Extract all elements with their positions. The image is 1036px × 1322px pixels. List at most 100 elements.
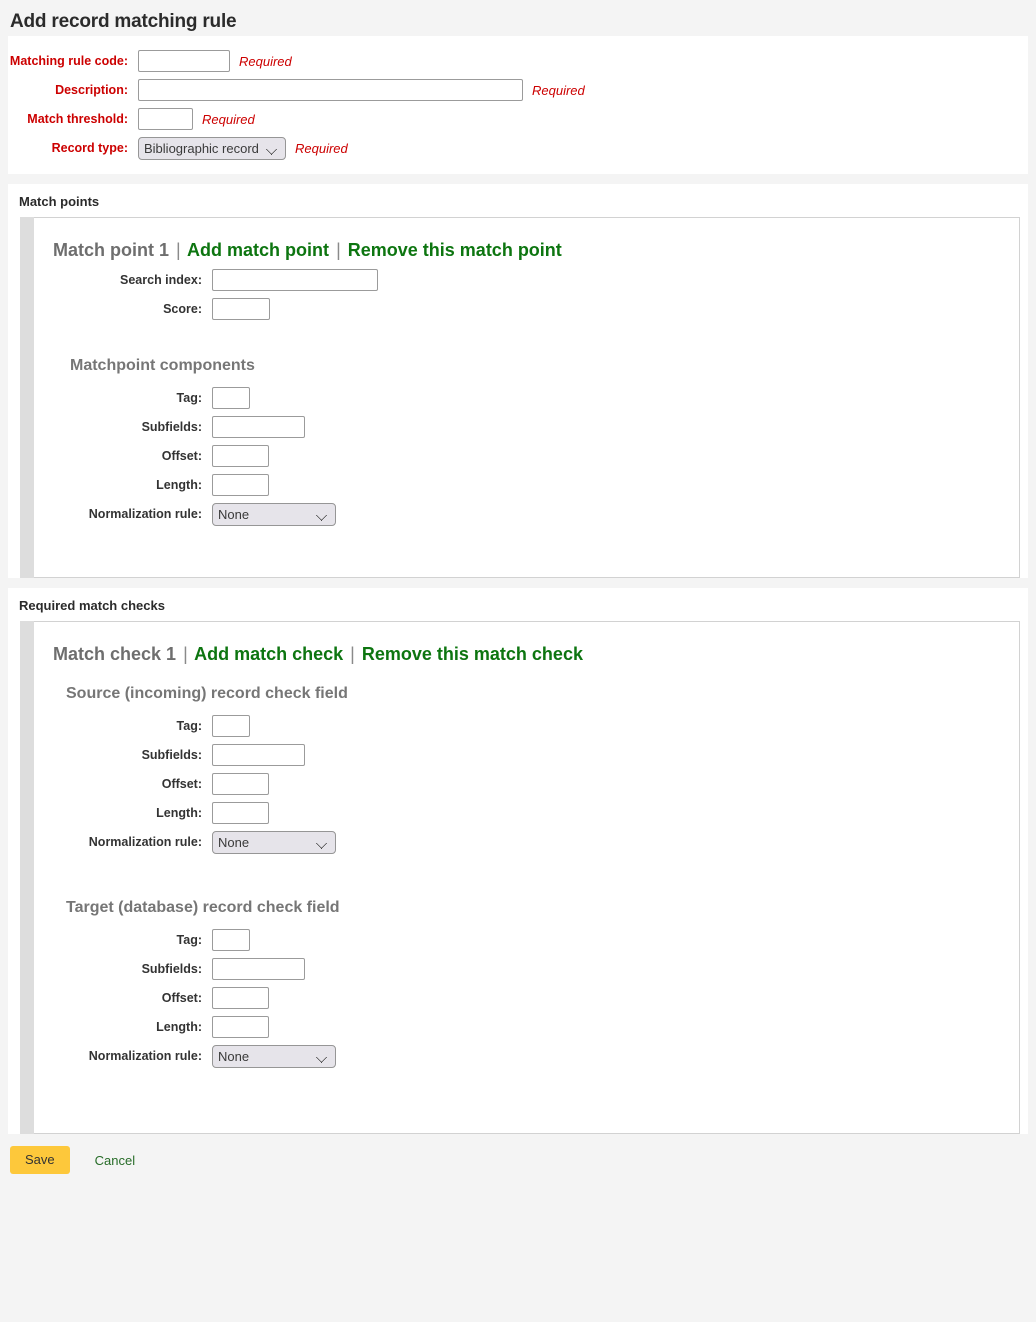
matchpoint-components-form: Tag: Subfields: Offset: Length: Normaliz… — [34, 387, 1019, 526]
mp-normalization-rule-label: Normalization rule: — [88, 507, 202, 521]
spacer-bottom-match-check — [34, 1075, 1019, 1115]
matching-rule-code-input[interactable] — [138, 50, 230, 72]
match-threshold-control: Required — [128, 108, 255, 130]
mp-normalization-rule-select[interactable]: NoneUpper caseLower caseRemove spacesLeg… — [212, 503, 336, 526]
match-point-heading: Match point 1 | Add match point | Remove… — [34, 234, 1019, 269]
source-length-input[interactable] — [212, 802, 269, 824]
target-normalization-rule-select[interactable]: NoneUpper caseLower caseRemove spacesLeg… — [212, 1045, 336, 1068]
search-index-input[interactable] — [212, 269, 378, 291]
score-input[interactable] — [212, 298, 270, 320]
match-point-separator-1: | — [176, 240, 181, 260]
mp-tag-input[interactable] — [212, 387, 250, 409]
target-length-label: Length: — [156, 1020, 202, 1034]
match-points-legend: Match points — [19, 194, 100, 209]
source-subfields-input[interactable] — [212, 744, 305, 766]
record-type-select[interactable]: Bibliographic recordAuthority record — [138, 137, 286, 160]
mp-offset-control — [202, 445, 269, 467]
target-normalization-rule-control: NoneUpper caseLower caseRemove spacesLeg… — [202, 1045, 336, 1068]
score-label: Score: — [163, 302, 202, 316]
source-offset-input[interactable] — [212, 773, 269, 795]
score-control — [202, 298, 270, 320]
remove-match-check-link[interactable]: Remove this match check — [362, 644, 583, 664]
target-subfields-label: Subfields: — [141, 962, 202, 976]
match-threshold-input[interactable] — [138, 108, 193, 130]
source-subfields-control — [202, 744, 305, 766]
mp-length-input[interactable] — [212, 474, 269, 496]
field-row-score: Score: — [34, 298, 1019, 320]
description-control: Required — [128, 79, 585, 101]
target-record-check-form: Tag: Subfields: Offset: Length: Normaliz… — [34, 929, 1019, 1068]
mp-tag-control — [202, 387, 250, 409]
source-normalization-rule-label: Normalization rule: — [88, 835, 202, 849]
field-row-target-length: Length: — [34, 1016, 1019, 1038]
add-match-check-link[interactable]: Add match check — [194, 644, 343, 664]
mp-offset-input[interactable] — [212, 445, 269, 467]
source-offset-control — [202, 773, 269, 795]
field-row-target-offset: Offset: — [34, 987, 1019, 1009]
matching-rule-code-required-hint: Required — [239, 53, 292, 69]
main-form-panel: Matching rule code: Required Description… — [8, 36, 1028, 174]
match-check-separator-2: | — [350, 644, 355, 664]
description-label: Description: — [55, 83, 128, 97]
target-subfields-input[interactable] — [212, 958, 305, 980]
record-type-required-hint: Required — [295, 141, 348, 156]
source-record-check-field-heading: Source (incoming) record check field — [66, 685, 348, 702]
mp-length-control — [202, 474, 269, 496]
match-point-form: Search index: Score: — [34, 269, 1019, 320]
field-row-target-subfields: Subfields: — [34, 958, 1019, 980]
save-button[interactable]: Save — [10, 1146, 70, 1174]
target-length-input[interactable] — [212, 1016, 269, 1038]
field-row-record-type: Record type: Bibliographic recordAuthori… — [8, 137, 1028, 160]
search-index-label: Search index: — [120, 273, 202, 287]
match-check-block: Match check 1 | Add match check | Remove… — [20, 621, 1020, 1134]
target-length-control — [202, 1016, 269, 1038]
source-offset-label: Offset: — [161, 777, 202, 791]
field-row-mp-length: Length: — [34, 474, 1019, 496]
matching-rule-code-control: Required — [128, 50, 292, 72]
match-point-marker — [20, 217, 34, 578]
panel-divider-1 — [0, 174, 1036, 184]
match-checks-panel: Required match checks Match check 1 | Ad… — [8, 588, 1028, 1134]
field-row-source-tag: Tag: — [34, 715, 1019, 737]
source-length-label: Length: — [156, 806, 202, 820]
mp-tag-label: Tag: — [176, 391, 202, 405]
field-row-matching-rule-code: Matching rule code: Required — [8, 50, 1028, 72]
field-row-mp-offset: Offset: — [34, 445, 1019, 467]
description-required-hint: Required — [532, 82, 585, 98]
target-normalization-rule-label: Normalization rule: — [88, 1049, 202, 1063]
source-tag-label: Tag: — [176, 719, 202, 733]
description-input[interactable] — [138, 79, 523, 101]
add-match-point-link[interactable]: Add match point — [187, 240, 329, 260]
cancel-link[interactable]: Cancel — [95, 1153, 135, 1168]
target-tag-label: Tag: — [176, 933, 202, 947]
matchpoint-components-heading: Matchpoint components — [70, 357, 255, 374]
source-tag-control — [202, 715, 250, 737]
mp-subfields-input[interactable] — [212, 416, 305, 438]
mp-subfields-control — [202, 416, 305, 438]
field-row-match-threshold: Match threshold: Required — [8, 108, 1028, 130]
source-subfields-label: Subfields: — [141, 748, 202, 762]
target-tag-control — [202, 929, 250, 951]
spacer-before-components — [34, 327, 1019, 345]
match-threshold-label: Match threshold: — [27, 112, 128, 126]
target-offset-input[interactable] — [212, 987, 269, 1009]
field-row-mp-tag: Tag: — [34, 387, 1019, 409]
source-normalization-rule-control: NoneUpper caseLower caseRemove spacesLeg… — [202, 831, 336, 854]
remove-match-point-link[interactable]: Remove this match point — [348, 240, 562, 260]
record-type-control: Bibliographic recordAuthority record Req… — [128, 137, 348, 160]
mp-subfields-label: Subfields: — [141, 420, 202, 434]
field-row-source-offset: Offset: — [34, 773, 1019, 795]
target-offset-control — [202, 987, 269, 1009]
target-tag-input[interactable] — [212, 929, 250, 951]
match-check-number-label: Match check 1 — [53, 644, 177, 664]
field-row-source-normalization-rule: Normalization rule: NoneUpper caseLower … — [34, 831, 1019, 854]
source-tag-input[interactable] — [212, 715, 250, 737]
mp-offset-label: Offset: — [161, 449, 202, 463]
field-row-source-subfields: Subfields: — [34, 744, 1019, 766]
source-length-control — [202, 802, 269, 824]
mp-normalization-rule-control: NoneUpper caseLower caseRemove spacesLeg… — [202, 503, 336, 526]
field-row-mp-subfields: Subfields: — [34, 416, 1019, 438]
field-row-source-length: Length: — [34, 802, 1019, 824]
source-normalization-rule-select[interactable]: NoneUpper caseLower caseRemove spacesLeg… — [212, 831, 336, 854]
target-subfields-control — [202, 958, 305, 980]
